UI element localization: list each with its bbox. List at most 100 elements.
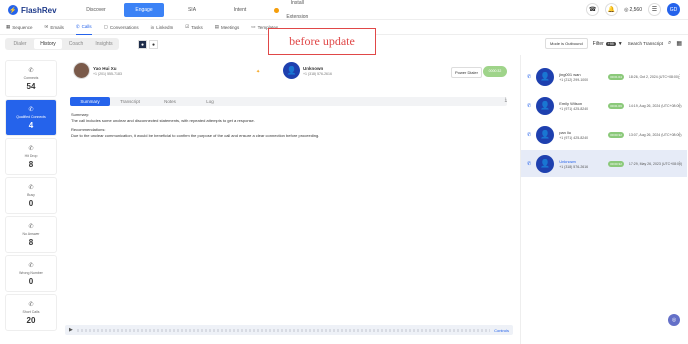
- brand-logo[interactable]: ⚡ FlashRev: [8, 5, 57, 15]
- call-status-pill: 0000:32: [483, 66, 507, 77]
- subnav-emails[interactable]: ✉ Emails: [45, 20, 64, 35]
- outbound-call-icon: ✆: [527, 131, 532, 138]
- stat-no-answer[interactable]: ✆ No Answer 8: [5, 216, 57, 253]
- player-controls[interactable]: Controls: [494, 328, 509, 333]
- call-list-item[interactable]: ✆ 👤 Emily Wilson +1 (971) 425-8240 00:01:…: [521, 92, 687, 119]
- subnav-emails-label: Emails: [50, 24, 64, 30]
- team-users-icon[interactable]: ●: [149, 40, 158, 49]
- top-right-tools: ☎ 🔔 ◎ 2,560 ☰ GD: [586, 3, 680, 16]
- grid-view-icon[interactable]: ▦: [676, 40, 682, 47]
- stats-column: ✆ Connects 54 ✆ Qualified Connects 4 ✆ Hit Dr…: [5, 60, 57, 342]
- more-icon[interactable]: ⋮: [677, 161, 682, 167]
- scope-toggle: ● ●: [138, 40, 158, 49]
- detail-tabs: Summary Transcript Notes Log: [70, 97, 507, 106]
- flashrev-logo-icon: ⚡: [8, 5, 18, 15]
- filter-button[interactable]: Filter +99 ▼: [593, 41, 623, 47]
- search-icon[interactable]: ⌕: [668, 40, 671, 47]
- call-list-item[interactable]: ✆ 👤 jing001 wan +1 (212) 299-1000 00:01:0…: [521, 63, 687, 90]
- main-nav: Discover Engage SIA Intent Install Exten…: [76, 0, 314, 20]
- stat-busy[interactable]: ✆ Busy 0: [5, 177, 57, 214]
- support-chat-icon[interactable]: ◎: [668, 314, 680, 326]
- call-contact: Emily Wilson +1 (971) 425-8240: [559, 101, 603, 111]
- tab-history[interactable]: History: [34, 39, 62, 49]
- callee-phone: +1 (318) 576-2616: [303, 71, 332, 76]
- subnav-meetings-label: Meetings: [221, 24, 240, 30]
- call-time: 17:29, May 26, 2023 (UTC+08:00): [628, 161, 683, 166]
- caller-name: Yao Hui Xu: [93, 65, 117, 71]
- phone-icon[interactable]: ☎: [586, 3, 600, 16]
- user-icon: 👤: [536, 67, 555, 86]
- callee-info: 👤 Unknown +1 (318) 576-2616: [283, 62, 332, 79]
- stat-label: Busy: [27, 192, 35, 197]
- caller-info: Yao Hui Xu +1 (201) 555-7183: [73, 62, 122, 79]
- contact-phone: +1 (971) 425-8240: [559, 135, 589, 140]
- contact-name: jing001 wan: [559, 71, 581, 77]
- grid-icon: ▦: [6, 24, 11, 29]
- user-icon: 👤: [283, 62, 300, 79]
- check-icon: ☑: [185, 24, 190, 29]
- star-icon[interactable]: ✦: [256, 69, 260, 75]
- call-list-item[interactable]: ✆ 👤 pan liu +1 (971) 425-8240 00:00:32 13…: [521, 121, 687, 148]
- subnav-tasks[interactable]: ☑ Tasks: [185, 20, 203, 35]
- phone-busy-icon: ✆: [28, 184, 34, 191]
- waveform[interactable]: [76, 328, 491, 332]
- call-duration-tag: 00:01:06: [608, 102, 624, 109]
- credit-value: 2,560: [629, 6, 642, 13]
- subnav-meetings[interactable]: ▤ Meetings: [215, 20, 240, 35]
- tab-coach[interactable]: Coach: [62, 39, 90, 49]
- search-transcript[interactable]: Search Transcript: [628, 41, 663, 46]
- contact-phone: +1 (212) 299-1000: [559, 77, 589, 82]
- view-switch: Dialer History Coach Insights: [5, 38, 119, 50]
- tab-log[interactable]: Log: [190, 97, 230, 106]
- stat-connects[interactable]: ✆ Connects 54: [5, 60, 57, 97]
- subnav-sequence[interactable]: ▦ Sequence: [6, 20, 33, 35]
- tab-insights[interactable]: Insights: [90, 39, 118, 49]
- user-icon: 👤: [536, 125, 555, 144]
- user-avatar[interactable]: GD: [667, 3, 680, 16]
- more-icon[interactable]: ⋮: [677, 132, 682, 138]
- stat-wrong-number[interactable]: ✆ Wrong Number 0: [5, 255, 57, 292]
- tab-notes[interactable]: Notes: [150, 97, 190, 106]
- download-icon[interactable]: ⤓: [505, 97, 507, 103]
- call-duration-tag: 00:00:32: [608, 131, 624, 138]
- stat-qualified-connects[interactable]: ✆ Qualified Connects 4: [5, 99, 57, 136]
- menu-icon[interactable]: ☰: [648, 3, 661, 16]
- stat-value: 20: [26, 315, 36, 325]
- call-list-item-selected[interactable]: ✆ 👤 Unknown +1 (318) 576-2616 00:00:32 17…: [521, 150, 687, 177]
- caller-phone: +1 (201) 555-7183: [93, 71, 122, 76]
- nav-sia[interactable]: SIA: [172, 3, 212, 17]
- call-time: 14:19, Aug 26, 2024 (UTC+08:00): [628, 103, 682, 108]
- mode-selector[interactable]: Mode is Outbound: [544, 38, 588, 49]
- stat-label: Hit Drop: [24, 153, 38, 158]
- more-icon[interactable]: ⋮: [677, 74, 682, 80]
- nav-discover[interactable]: Discover: [76, 3, 116, 17]
- tab-summary[interactable]: Summary: [70, 97, 110, 106]
- stat-value: 54: [26, 81, 36, 91]
- subnav-calls[interactable]: ✆ Calls: [75, 20, 92, 35]
- credit-counter[interactable]: ◎ 2,560: [624, 7, 642, 13]
- bell-icon[interactable]: 🔔: [605, 3, 619, 16]
- funnel-icon: ▼: [617, 40, 623, 47]
- subnav-linkedin[interactable]: in LinkedIn: [151, 20, 174, 35]
- call-header: Yao Hui Xu +1 (201) 555-7183 ✦ 👤 Unknown…: [63, 55, 513, 90]
- more-icon[interactable]: ⋮: [677, 103, 682, 109]
- subnav-conversations-label: Conversations: [109, 24, 139, 30]
- call-time: 18:26, Oct 2, 2024 (UTC+08:00): [628, 74, 679, 79]
- tab-transcript[interactable]: Transcript: [110, 97, 150, 106]
- stat-hit-drop[interactable]: ✆ Hit Drop 8: [5, 138, 57, 175]
- nav-engage[interactable]: Engage: [124, 3, 164, 17]
- stat-short-calls[interactable]: ✆ Short Calls 20: [5, 294, 57, 331]
- install-extension-link[interactable]: Install Extension: [274, 0, 314, 20]
- call-contact: pan liu +1 (971) 425-8240: [559, 130, 603, 140]
- top-bar: ⚡ FlashRev Discover Engage SIA Intent In…: [0, 0, 688, 20]
- brand-name: FlashRev: [21, 5, 57, 15]
- subnav-conversations[interactable]: ▢ Conversations: [104, 20, 139, 35]
- tab-dialer[interactable]: Dialer: [6, 39, 34, 49]
- phone-icon: ✆: [28, 67, 34, 74]
- call-contact: Unknown +1 (318) 576-2616: [559, 159, 603, 169]
- nav-intent[interactable]: Intent: [220, 3, 260, 17]
- single-user-icon[interactable]: ●: [138, 40, 147, 49]
- contact-phone: +1 (971) 425-8240: [559, 106, 589, 111]
- play-icon[interactable]: ▶: [69, 327, 73, 333]
